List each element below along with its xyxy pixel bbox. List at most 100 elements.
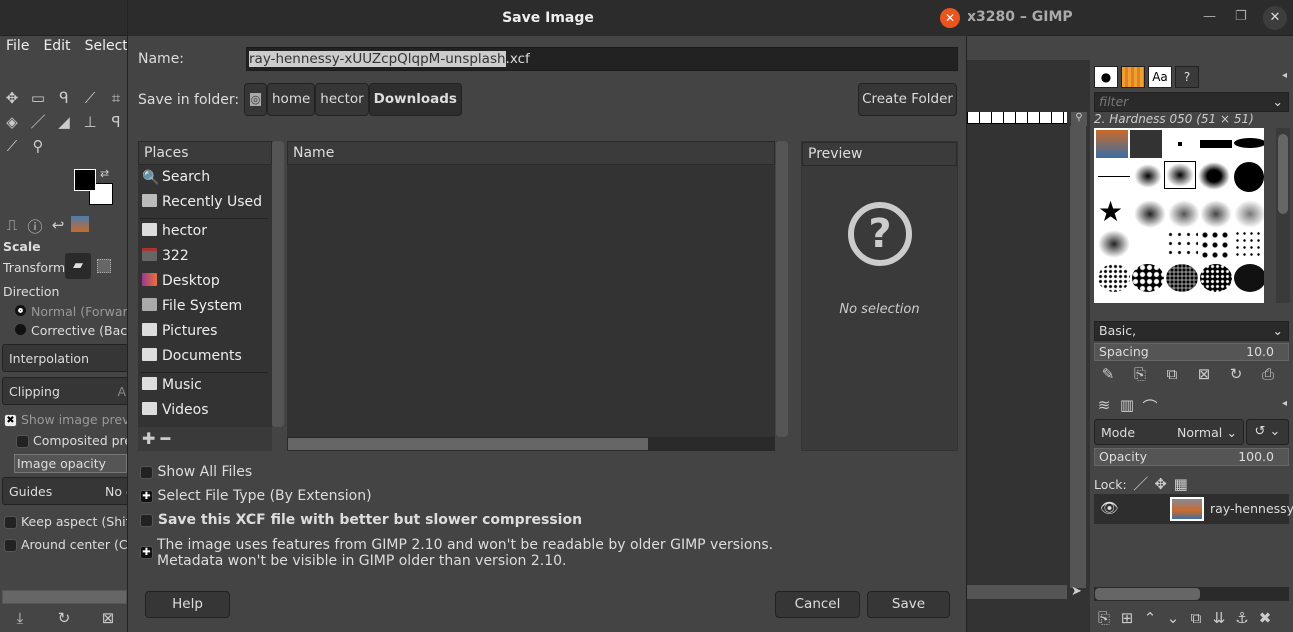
place-pictures[interactable]: Pictures: [138, 319, 272, 344]
layer-mode-dropdown[interactable]: Mode Normal ⌄: [1094, 419, 1244, 445]
place-desktop[interactable]: Desktop: [138, 269, 272, 294]
edit-brush-icon[interactable]: ✎: [1098, 365, 1118, 383]
brush-item-star[interactable]: ★: [1098, 198, 1130, 226]
lock-pixels-icon[interactable]: ／: [1131, 473, 1151, 494]
place-recently-used[interactable]: Recently Used: [138, 190, 272, 215]
crop-icon[interactable]: ⌗: [106, 88, 126, 108]
open-brush-icon[interactable]: ⎙: [1258, 365, 1278, 383]
brush-item[interactable]: [1200, 140, 1232, 148]
brush-item[interactable]: [1200, 200, 1232, 228]
place-documents[interactable]: Documents: [138, 344, 272, 369]
direction-normal-radio[interactable]: Normal (Forward): [15, 304, 127, 319]
horizontal-scrollbar[interactable]: [967, 585, 1067, 599]
layers-dock-menu-icon[interactable]: ◂: [1282, 398, 1287, 409]
paintbrush-icon[interactable]: ／: [28, 112, 48, 132]
show-all-files-checkbox[interactable]: Show All Files: [140, 464, 252, 480]
new-brush-icon[interactable]: ⎘: [1130, 365, 1150, 383]
menu-edit[interactable]: Edit: [43, 38, 70, 54]
opacity-slider[interactable]: Opacity 100.0: [1094, 448, 1289, 466]
file-list-hscrollbar[interactable]: [287, 437, 775, 451]
dock-menu-icon[interactable]: ◂: [1282, 70, 1287, 81]
image-opacity-slider[interactable]: Image opacity: [14, 454, 127, 473]
brush-item[interactable]: [1166, 264, 1198, 292]
brush-item[interactable]: [1234, 200, 1264, 228]
menu-select[interactable]: Select: [85, 38, 128, 54]
dialog-close-button[interactable]: ✕: [940, 8, 960, 28]
brushes-tab-icon[interactable]: ●: [1094, 66, 1118, 88]
lock-position-icon[interactable]: ✥: [1151, 475, 1171, 493]
place-hector[interactable]: hector: [138, 219, 272, 244]
layer-row[interactable]: 👁 ray-hennessy-x: [1094, 494, 1293, 524]
direction-corrective-radio[interactable]: Corrective (Backward): [15, 323, 127, 338]
duplicate-layer-icon[interactable]: ⧉: [1186, 609, 1206, 627]
place-music[interactable]: Music: [138, 373, 272, 398]
save-options-icon[interactable]: ⤓: [10, 609, 30, 627]
layers-scrollbar[interactable]: [1094, 587, 1289, 601]
name-column-header[interactable]: Name: [287, 141, 775, 165]
brush-item[interactable]: [1200, 230, 1232, 258]
brush-item[interactable]: [1234, 264, 1264, 292]
fuzzy-select-icon[interactable]: ⟋: [80, 88, 100, 108]
canvas-area[interactable]: ⚲ ➤: [967, 60, 1090, 632]
brush-tag-dropdown[interactable]: Basic, ⌄: [1094, 321, 1289, 341]
brush-item[interactable]: [1234, 138, 1264, 148]
new-layer-group-icon[interactable]: ⊞: [1117, 609, 1137, 627]
device-status-tab-icon[interactable]: ⓘ: [25, 216, 45, 237]
brush-item[interactable]: [1132, 264, 1164, 292]
bucket-fill-icon[interactable]: ◈: [2, 112, 22, 132]
images-tab-icon[interactable]: [71, 216, 89, 232]
maximize-button[interactable]: ❐: [1235, 9, 1247, 24]
zoom-icon[interactable]: ⚲: [28, 136, 48, 156]
brush-scrollbar[interactable]: [1276, 128, 1290, 303]
vertical-scrollbar[interactable]: [1070, 126, 1086, 588]
lasso-icon[interactable]: ᑫ: [54, 88, 74, 108]
delete-icon[interactable]: ⊠: [98, 609, 118, 627]
minimize-button[interactable]: —: [1203, 9, 1216, 24]
spacing-slider[interactable]: Spacing 10.0: [1094, 343, 1289, 361]
places-scrollbar[interactable]: [272, 141, 284, 427]
lock-alpha-icon[interactable]: ▦: [1171, 475, 1191, 493]
move-tool-icon[interactable]: ✥: [2, 88, 22, 108]
path-downloads-button[interactable]: Downloads: [368, 83, 462, 116]
duplicate-brush-icon[interactable]: ⧉: [1162, 365, 1182, 383]
place-322[interactable]: 322: [138, 244, 272, 269]
eraser-icon[interactable]: ◢: [54, 112, 74, 132]
add-bookmark-icon[interactable]: ✚: [142, 429, 155, 448]
help-tab-icon[interactable]: ?: [1175, 66, 1199, 88]
visibility-eye-icon[interactable]: 👁: [1100, 499, 1119, 517]
undo-history-tab-icon[interactable]: ↩: [48, 216, 68, 237]
channels-tab-icon[interactable]: ▥: [1117, 396, 1137, 417]
lower-layer-icon[interactable]: ⌄: [1163, 609, 1183, 627]
composite-mode-button[interactable]: ↺ ⌄: [1246, 419, 1289, 445]
chevron-down-icon[interactable]: ⌄: [1273, 94, 1283, 109]
interpolation-dropdown[interactable]: Interpolation: [2, 344, 129, 372]
new-layer-icon[interactable]: ⎘: [1094, 609, 1114, 627]
brush-filter-input[interactable]: filter ⌄: [1094, 92, 1289, 112]
brush-item[interactable]: [1098, 230, 1130, 258]
file-list-vscrollbar[interactable]: [776, 141, 788, 437]
brush-item[interactable]: [1234, 230, 1264, 258]
create-folder-button[interactable]: Create Folder: [858, 83, 957, 116]
brush-item[interactable]: [1168, 200, 1200, 228]
rect-select-icon[interactable]: ▭: [28, 88, 48, 108]
path-hector-button[interactable]: hector: [315, 83, 369, 116]
brush-item[interactable]: [1198, 162, 1230, 190]
main-close-button[interactable]: ✕: [1263, 6, 1287, 30]
tool-options-tab-icon[interactable]: ⎍: [2, 216, 22, 237]
composited-preview-checkbox[interactable]: Composited preview: [16, 433, 127, 448]
save-button[interactable]: Save: [867, 591, 950, 618]
compat-info-expander[interactable]: ✚ The image uses features from GIMP 2.10 …: [140, 537, 773, 569]
transform-selection-button[interactable]: [97, 259, 111, 273]
show-preview-checkbox[interactable]: ✖ Show image preview: [4, 412, 127, 427]
delete-brush-icon[interactable]: ⊠: [1194, 365, 1214, 383]
clone-icon[interactable]: ⊥: [80, 112, 100, 132]
zoom-fit-icon[interactable]: ⚲: [1071, 112, 1087, 126]
paths-tab-icon[interactable]: ⌒: [1140, 396, 1160, 417]
brush-item[interactable]: [1178, 142, 1182, 146]
around-center-checkbox[interactable]: Around center (Ctrl): [4, 537, 127, 552]
layers-tab-icon[interactable]: ≋: [1094, 396, 1114, 417]
path-home-button[interactable]: home: [267, 83, 316, 116]
restore-icon[interactable]: ↻: [54, 609, 74, 627]
brush-item[interactable]: [1234, 162, 1264, 192]
help-button[interactable]: Help: [145, 591, 230, 618]
